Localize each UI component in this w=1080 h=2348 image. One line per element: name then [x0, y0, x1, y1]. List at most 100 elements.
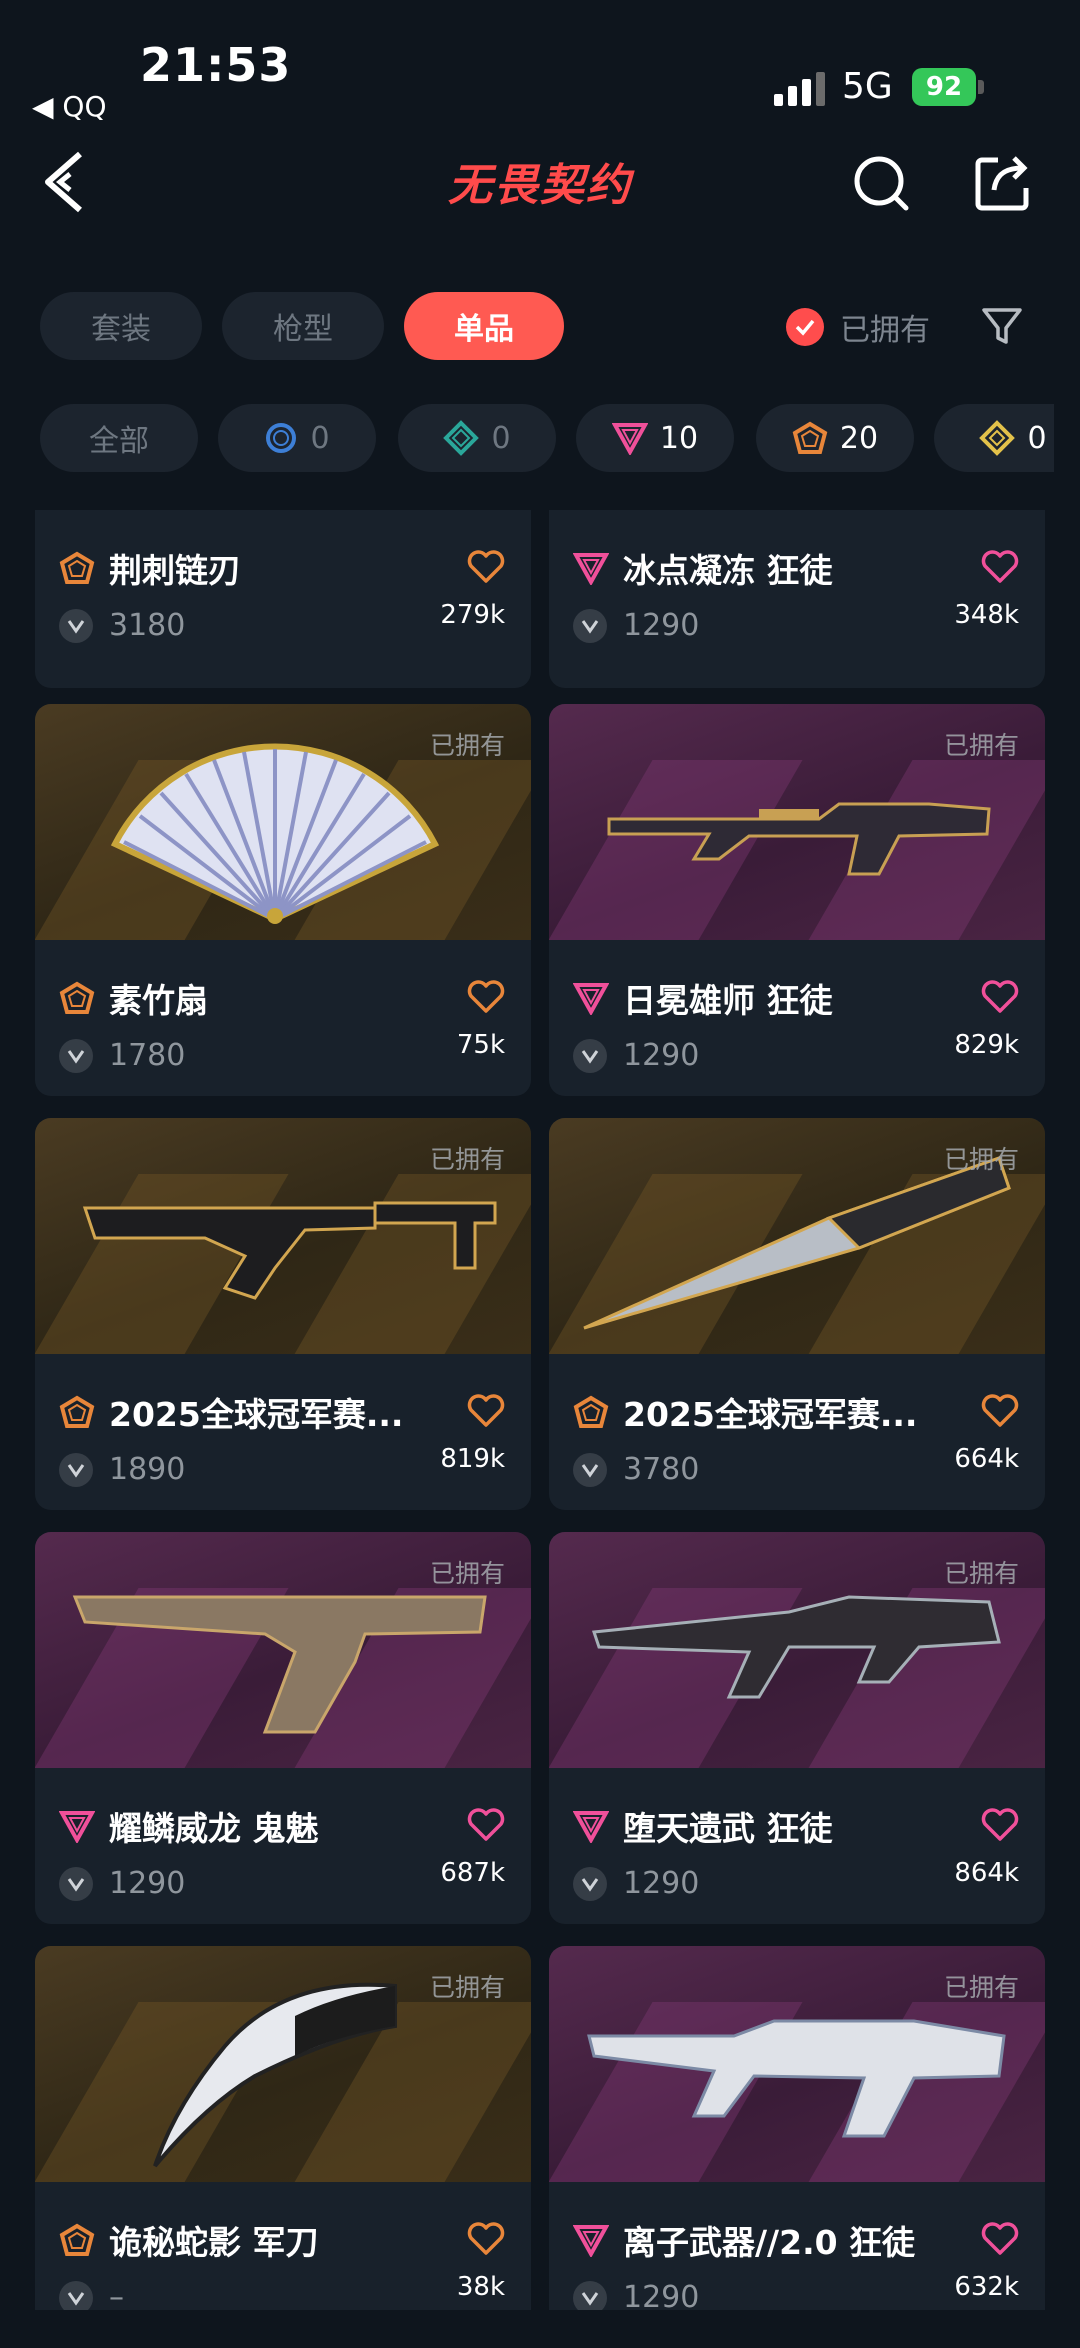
item-grid: 荆刺链刃 3180 279k 冰点凝冻 狂徒 1290 348k 已拥有 素竹扇 1780 75k… [0, 510, 1080, 2310]
item-price: 1290 [623, 2280, 700, 2310]
chip-count: 10 [659, 420, 699, 456]
item-card[interactable]: 已拥有日冕雄师 狂徒 1290 829k [549, 704, 1045, 1096]
item-name: 离子武器//2.0 狂徒 [623, 2223, 916, 2262]
owned-tag: 已拥有 [943, 731, 1019, 760]
item-card[interactable]: 已拥有 离子武器//2.0 狂徒 1290 632k [549, 1946, 1045, 2310]
status-time: 21:53 [140, 38, 292, 92]
tab-gun-type[interactable]: 枪型 [222, 292, 384, 360]
owned-tag: 已拥有 [429, 1559, 505, 1588]
item-likes: 279k [440, 600, 505, 630]
item-card[interactable]: 已拥有 堕天遗武 狂徒 1290 864k [549, 1532, 1045, 1924]
owned-tag: 已拥有 [429, 1973, 505, 2002]
app-page: 21:53 ◀ QQ 5G 92 无畏契约 套装 枪型 单品 已拥有 全部 0 … [0, 0, 1080, 2348]
favorite-heart-icon[interactable] [981, 550, 1019, 584]
favorite-heart-icon[interactable] [467, 980, 505, 1014]
item-name-row: 2025全球冠军赛... [59, 1388, 509, 1436]
valorant-points-icon [573, 1866, 607, 1901]
chip-count: 0 [1027, 420, 1047, 456]
item-card[interactable]: 已拥有 素竹扇 1780 75k [35, 704, 531, 1096]
valorant-points-icon [59, 1866, 93, 1901]
item-price-row: – [59, 2280, 124, 2310]
tab-single-item[interactable]: 单品 [404, 292, 564, 360]
app-logo-title: 无畏契约 [448, 160, 632, 211]
chip-count: 0 [491, 420, 511, 456]
favorite-heart-icon[interactable] [981, 2222, 1019, 2256]
item-name: 日冕雄师 狂徒 [623, 981, 833, 1020]
filter-icon[interactable] [980, 304, 1024, 348]
item-likes: 819k [440, 1444, 505, 1474]
favorite-heart-icon[interactable] [467, 550, 505, 584]
valorant-points-icon [573, 2280, 607, 2310]
chip-label: 全部 [89, 424, 149, 459]
item-likes: 75k [456, 1030, 505, 1060]
item-card[interactable]: 冰点凝冻 狂徒 1290 348k [549, 510, 1045, 688]
search-icon[interactable] [852, 154, 910, 212]
item-price: 1890 [109, 1452, 186, 1487]
item-name: 素竹扇 [109, 981, 208, 1020]
item-price-row: 1290 [573, 2280, 699, 2310]
favorite-heart-icon[interactable] [467, 1394, 505, 1428]
item-card[interactable]: 已拥有 诡秘蛇影 军刀 – 38k [35, 1946, 531, 2310]
pink-tier-icon [573, 1811, 609, 1843]
favorite-heart-icon[interactable] [981, 1394, 1019, 1428]
item-name-row: 堕天遗武 狂徒 [573, 1802, 1023, 1850]
pink-tier-icon [573, 553, 609, 585]
gold-tier-icon [979, 420, 1016, 456]
teal-tier-icon [443, 420, 480, 456]
item-price: 1290 [623, 1866, 700, 1901]
chip-count: 20 [839, 420, 879, 456]
item-name-row: 素竹扇 [59, 974, 509, 1022]
owned-filter-toggle[interactable]: 已拥有 [786, 302, 930, 352]
pink-tier-icon [573, 2225, 609, 2257]
item-name-row: 2025全球冠军赛... [573, 1388, 1023, 1436]
chip-tier-blue[interactable]: 0 [218, 404, 376, 472]
item-card[interactable]: 荆刺链刃 3180 279k [35, 510, 531, 688]
share-icon[interactable] [972, 152, 1032, 212]
chip-count: 0 [310, 420, 330, 456]
orange-tier-icon [59, 551, 95, 584]
valorant-points-icon [573, 1038, 607, 1073]
owned-tag: 已拥有 [943, 1145, 1019, 1174]
tab-suite[interactable]: 套装 [40, 292, 202, 360]
item-name: 荆刺链刃 [109, 551, 241, 590]
signal-icon [774, 72, 825, 106]
item-price: 1290 [623, 608, 700, 643]
chip-all[interactable]: 全部 [40, 404, 198, 472]
item-likes: 829k [954, 1030, 1019, 1060]
item-likes: 348k [954, 600, 1019, 630]
favorite-heart-icon[interactable] [467, 2222, 505, 2256]
orange-tier-icon [59, 1395, 95, 1428]
favorite-heart-icon[interactable] [981, 980, 1019, 1014]
item-price: 1290 [623, 1038, 700, 1073]
favorite-heart-icon[interactable] [981, 1808, 1019, 1842]
pink-tier-icon [611, 423, 648, 455]
item-likes: 632k [954, 2272, 1019, 2302]
chip-tier-teal[interactable]: 0 [398, 404, 556, 472]
item-card[interactable]: 已拥有 2025全球冠军赛... 3780 664k [549, 1118, 1045, 1510]
favorite-heart-icon[interactable] [467, 1808, 505, 1842]
item-name: 2025全球冠军赛... [623, 1395, 918, 1434]
checked-icon [786, 308, 824, 346]
valorant-points-icon [59, 1038, 93, 1073]
network-type: 5G [842, 66, 893, 107]
item-price: – [109, 2280, 124, 2310]
item-price-row: 1290 [573, 608, 699, 643]
item-name: 冰点凝冻 狂徒 [623, 551, 833, 590]
item-name: 堕天遗武 狂徒 [623, 1809, 833, 1848]
item-name-row: 耀鳞威龙 鬼魅 [59, 1802, 509, 1850]
orange-tier-icon [792, 421, 828, 454]
valorant-points-icon [573, 608, 607, 643]
back-arrow-icon[interactable] [40, 148, 90, 216]
chip-tier-orange[interactable]: 20 [756, 404, 914, 472]
item-card[interactable]: 已拥有 耀鳞威龙 鬼魅 1290 687k [35, 1532, 531, 1924]
item-price-row: 1290 [573, 1866, 699, 1901]
valorant-points-icon [59, 2280, 93, 2310]
item-likes: 664k [954, 1444, 1019, 1474]
valorant-points-icon [59, 608, 93, 643]
back-to-app-link[interactable]: ◀ QQ [32, 90, 107, 123]
item-card[interactable]: 已拥有 2025全球冠军赛... 1890 819k [35, 1118, 531, 1510]
item-price: 1290 [109, 1866, 186, 1901]
chip-tier-gold[interactable]: 0 [934, 404, 1054, 472]
orange-tier-icon [59, 2223, 95, 2256]
chip-tier-pink[interactable]: 10 [576, 404, 734, 472]
